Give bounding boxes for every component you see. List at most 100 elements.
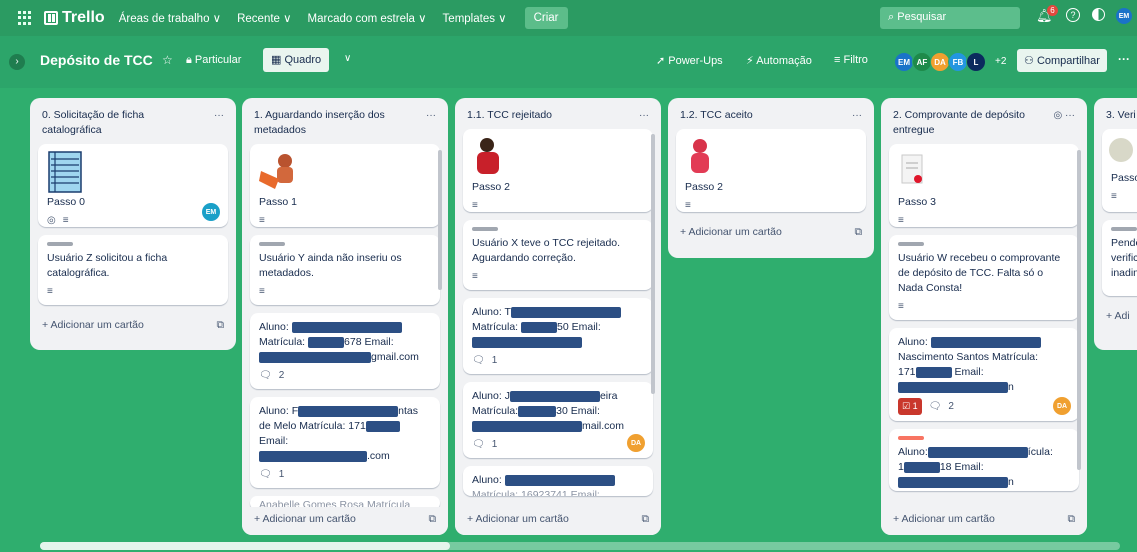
board-members: EM AF DA FB L — [894, 52, 986, 72]
search-input[interactable]: ⌕ Pesquisar — [880, 7, 1020, 29]
add-card-button[interactable]: + Adi — [1094, 304, 1137, 331]
redacted-text — [915, 366, 952, 378]
filter-button[interactable]: ≡ Filtro — [834, 54, 868, 66]
add-card-button[interactable]: + Adicionar um cartão ⧉ — [881, 507, 1087, 535]
list-menu-icon[interactable]: ··· — [852, 108, 862, 123]
card-text-line: n — [898, 380, 1070, 395]
board-menu-icon[interactable]: ··· — [1118, 52, 1130, 66]
list-column: 3. Veri Passo 4 ≡ Pendê verifica inadim … — [1094, 98, 1137, 350]
automation-button[interactable]: ⚡︎ Automação — [746, 54, 812, 67]
card[interactable]: Aluno: T Matrícula: 50 Email: 🗨︎ 1 — [463, 298, 653, 374]
template-icon[interactable]: ⧉ — [642, 513, 650, 526]
card[interactable]: Aluno: Matrícula: 16923741 Email: — [463, 466, 653, 496]
theme-toggle-icon[interactable] — [1092, 8, 1105, 21]
card[interactable]: Pendê verifica inadim — [1102, 220, 1137, 296]
card[interactable]: Usuário Y ainda não inseriu os metadados… — [250, 235, 440, 305]
card[interactable]: Passo 2 ≡ — [676, 129, 866, 212]
list-title[interactable]: 1.2. TCC aceito — [680, 108, 753, 123]
nav-templates[interactable]: Templates ∨ — [443, 11, 507, 25]
member-avatar[interactable]: AF — [912, 52, 932, 72]
card-cover-image — [1106, 135, 1136, 165]
app-switcher-icon[interactable] — [18, 11, 32, 25]
help-icon[interactable]: ? — [1066, 8, 1080, 22]
list-title[interactable]: 3. Veri — [1106, 108, 1136, 123]
card[interactable]: Usuário Z solicitou a ficha catalográfic… — [38, 235, 228, 305]
card[interactable]: Aluno: Jeira Matrícula: 30 Email: mail.co… — [463, 382, 653, 458]
board-view-button[interactable]: ▦ Quadro — [263, 48, 330, 72]
card-text-line: n — [898, 475, 1070, 490]
list-menu-icon[interactable]: ··· — [639, 108, 649, 123]
list-scrollbar[interactable] — [1077, 150, 1081, 470]
card-member-avatar[interactable]: EM — [202, 203, 220, 221]
redacted-text — [518, 405, 557, 417]
visibility-button[interactable]: 🔒︎ Particular — [186, 54, 241, 67]
card-badges: ≡ — [259, 213, 431, 228]
add-card-button[interactable]: + Adicionar um cartão ⧉ — [242, 507, 448, 535]
overdue-badge[interactable]: ☑ 1 — [898, 398, 922, 415]
template-icon[interactable]: ⧉ — [429, 513, 437, 526]
card-title: Aluno: ícula: — [898, 446, 1053, 458]
list-title[interactable]: 2. Comprovante de depósito entregue — [893, 108, 1043, 138]
list-title[interactable]: 1. Aguardando inserção dos metadados — [254, 108, 404, 138]
card[interactable]: Passo 2 ≡ — [463, 129, 653, 212]
member-avatar[interactable]: FB — [948, 52, 968, 72]
redacted-text — [504, 474, 615, 486]
card[interactable]: Passo 1 ≡ — [250, 144, 440, 227]
list-menu-icon[interactable]: ··· — [214, 108, 224, 138]
share-button[interactable]: ⚇ Compartilhar — [1017, 49, 1107, 72]
card[interactable]: Aluno: Nascimento Santos Matrícula: 171 … — [889, 328, 1079, 421]
description-icon: ≡ — [259, 215, 265, 226]
card-member-avatar[interactable]: DA — [1053, 397, 1071, 415]
create-button[interactable]: Criar — [524, 7, 568, 29]
expand-sidebar-icon[interactable]: › — [9, 54, 25, 70]
list-title[interactable]: 1.1. TCC rejeitado — [467, 108, 552, 123]
list-scrollbar[interactable] — [651, 134, 655, 394]
search-icon: ⌕ — [888, 11, 895, 23]
list-header: 1.2. TCC aceito ··· — [668, 98, 874, 129]
powerups-button[interactable]: ➚ Power-Ups — [656, 54, 723, 67]
card-member-avatar[interactable]: DA — [627, 434, 645, 452]
template-icon[interactable]: ⧉ — [217, 319, 225, 332]
person-red-image — [472, 136, 644, 176]
account-avatar[interactable]: EM — [1116, 8, 1132, 24]
card[interactable]: Usuário W recebeu o comprovante de depós… — [889, 235, 1079, 320]
star-icon[interactable]: ☆ — [162, 53, 173, 67]
nav-workspaces[interactable]: Áreas de trabalho ∨ — [119, 11, 221, 25]
card[interactable]: Aluno: Matrícula: 678 Email: gmail.com 🗨… — [250, 313, 440, 389]
add-card-button[interactable]: + Adicionar um cartão ⧉ — [455, 507, 661, 535]
template-icon[interactable]: ⧉ — [1068, 513, 1076, 526]
card-badges: 🗨︎ 1 — [472, 355, 498, 366]
trello-logo[interactable]: Trello — [44, 9, 105, 27]
list-column: 1.1. TCC rejeitado ··· Passo 2 ≡ Usuário… — [455, 98, 661, 535]
member-avatar[interactable]: L — [966, 52, 986, 72]
card[interactable]: Passo 3 ≡ — [889, 144, 1079, 227]
list-menu-icon[interactable]: ··· — [426, 108, 436, 138]
board-scrollbar-thumb[interactable] — [40, 542, 450, 550]
card-text-line: de Melo Matrícula: 171 Email: — [259, 419, 431, 449]
card[interactable]: Aluno: ícula: 1 18 Email: n — [889, 429, 1079, 491]
nav-recent[interactable]: Recente ∨ — [237, 11, 291, 25]
card[interactable]: Passo 0 ◎ ≡ EM — [38, 144, 228, 227]
card-badges: 🗨︎ 1 — [472, 439, 498, 450]
card-title: Passo 3 — [898, 196, 936, 208]
list-scrollbar[interactable] — [438, 150, 442, 290]
member-avatar[interactable]: EM — [894, 52, 914, 72]
member-avatar[interactable]: DA — [930, 52, 950, 72]
card-title: Passo 4 — [1111, 172, 1137, 184]
nav-starred[interactable]: Marcado com estrela ∨ — [308, 11, 427, 25]
template-icon[interactable]: ⧉ — [855, 226, 863, 239]
list-watch-and-menu-icon[interactable]: ◎ ··· — [1054, 108, 1076, 138]
list-title[interactable]: 0. Solicitação de ficha catalográfica — [42, 108, 192, 138]
card-text-line: Matrícula: 30 Email: — [472, 405, 600, 417]
more-members-count[interactable]: +2 — [995, 56, 1006, 67]
card-text-line — [472, 335, 644, 350]
card[interactable]: Usuário X teve o TCC rejeitado. Aguardan… — [463, 220, 653, 290]
add-card-button[interactable]: + Adicionar um cartão ⧉ — [668, 220, 874, 248]
add-card-button[interactable]: + Adicionar um cartão ⧉ — [30, 313, 236, 341]
card[interactable]: Aluno: Fntas de Melo Matrícula: 171 Emai… — [250, 397, 440, 488]
redacted-text — [472, 336, 582, 348]
view-switcher-chevron-icon[interactable]: ∨ — [344, 53, 351, 64]
card[interactable]: Passo 4 ≡ — [1102, 129, 1137, 212]
board-title[interactable]: Depósito de TCC — [40, 52, 153, 68]
redacted-text — [898, 381, 1008, 393]
